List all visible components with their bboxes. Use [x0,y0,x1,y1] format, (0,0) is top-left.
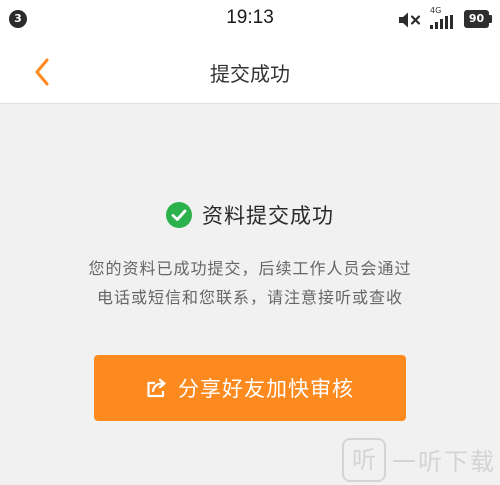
network-type-label: 4G [430,6,442,15]
nav-bar: 提交成功 [0,38,500,104]
watermark-logo: 听 一听下载 [338,436,498,482]
page-title: 提交成功 [210,62,290,86]
watermark-logo-icon: 听 [342,438,386,482]
description-line-2: 电话或短信和您联系，请注意接听或查收 [96,288,403,307]
status-time: 19:13 [226,7,274,28]
battery-level: 90 [464,10,489,28]
check-circle-icon [166,202,192,228]
signal-indicator: 4G [428,6,458,31]
signal-icon [430,15,453,29]
mute-icon [399,12,421,28]
description-line-1: 您的资料已成功提交，后续工作人员会通过 [88,259,412,278]
success-title: 资料提交成功 [202,204,334,228]
battery-tip [489,15,492,23]
battery-icon: 90 [464,10,492,28]
status-bar: 3 19:13 4G 90 [0,0,500,38]
success-heading: 资料提交成功 [0,200,500,230]
share-icon [147,378,166,398]
success-description: 您的资料已成功提交，后续工作人员会通过 电话或短信和您联系，请注意接听或查收 [30,254,470,312]
watermark-text: 一听下载 [392,448,496,476]
share-to-friends-button[interactable]: 分享好友加快审核 [94,355,406,421]
share-button-label: 分享好友加快审核 [178,377,354,401]
